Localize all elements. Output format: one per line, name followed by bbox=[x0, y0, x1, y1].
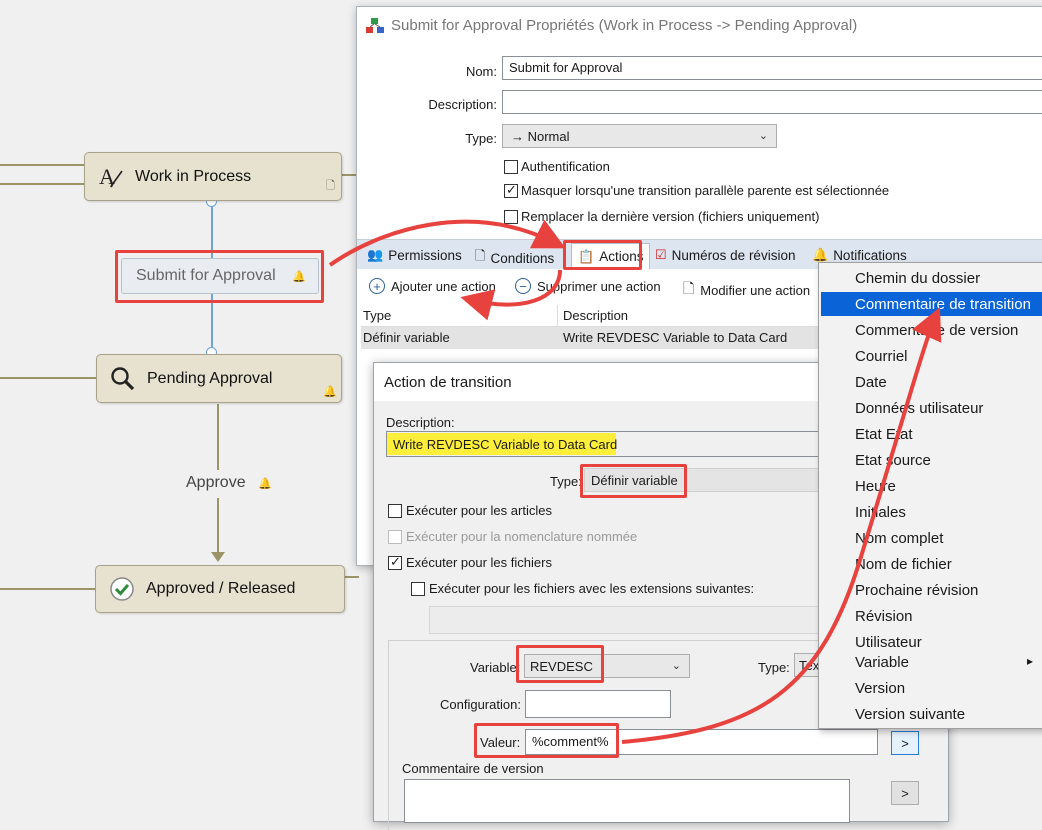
annotation-arrows bbox=[328, 219, 942, 744]
